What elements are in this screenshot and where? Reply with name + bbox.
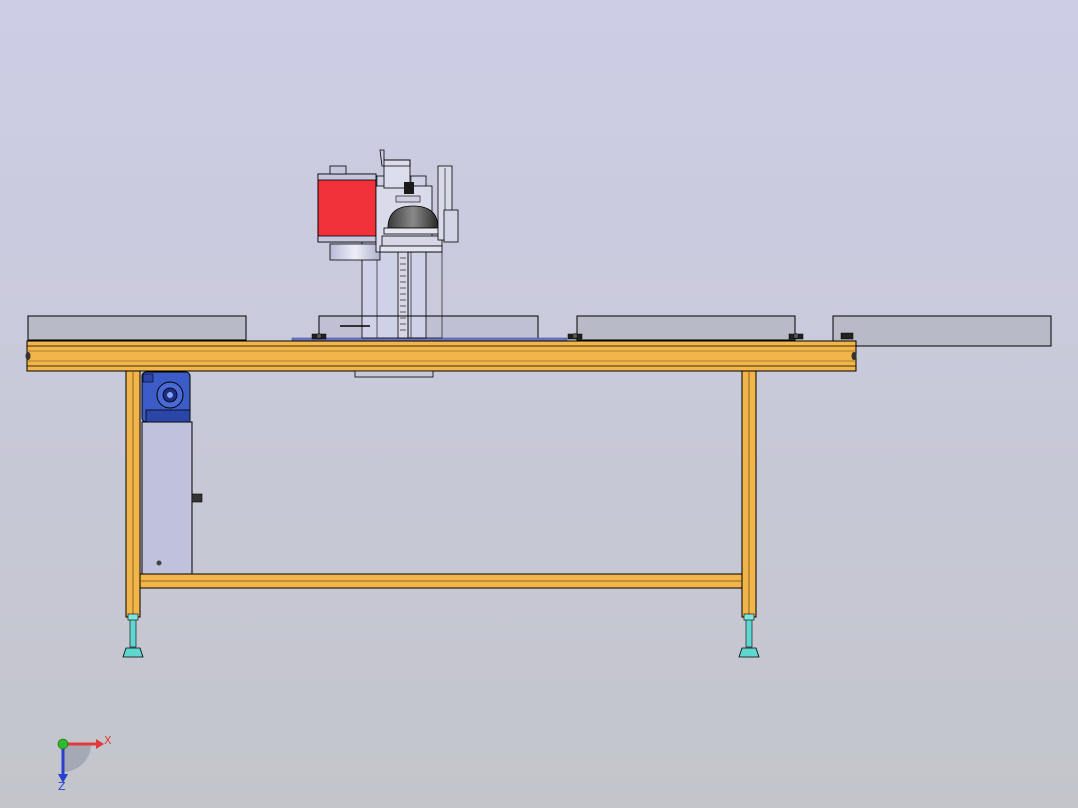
outfeed-panel xyxy=(832,315,1052,347)
machine-drawing: X Z xyxy=(0,0,1078,808)
y-axis-dot xyxy=(57,738,69,750)
electrical-cabinet xyxy=(141,421,193,575)
center-panel xyxy=(318,315,539,341)
x-axis-label: X xyxy=(104,734,112,747)
right-panel xyxy=(576,315,796,341)
z-axis-label: Z xyxy=(58,780,66,793)
top-beam xyxy=(26,340,857,372)
rack-gear xyxy=(397,239,409,339)
motor-drum xyxy=(329,243,381,261)
cad-viewport[interactable]: X Z xyxy=(0,0,1078,808)
left-panel xyxy=(27,315,247,341)
spindle-motor xyxy=(317,173,377,243)
